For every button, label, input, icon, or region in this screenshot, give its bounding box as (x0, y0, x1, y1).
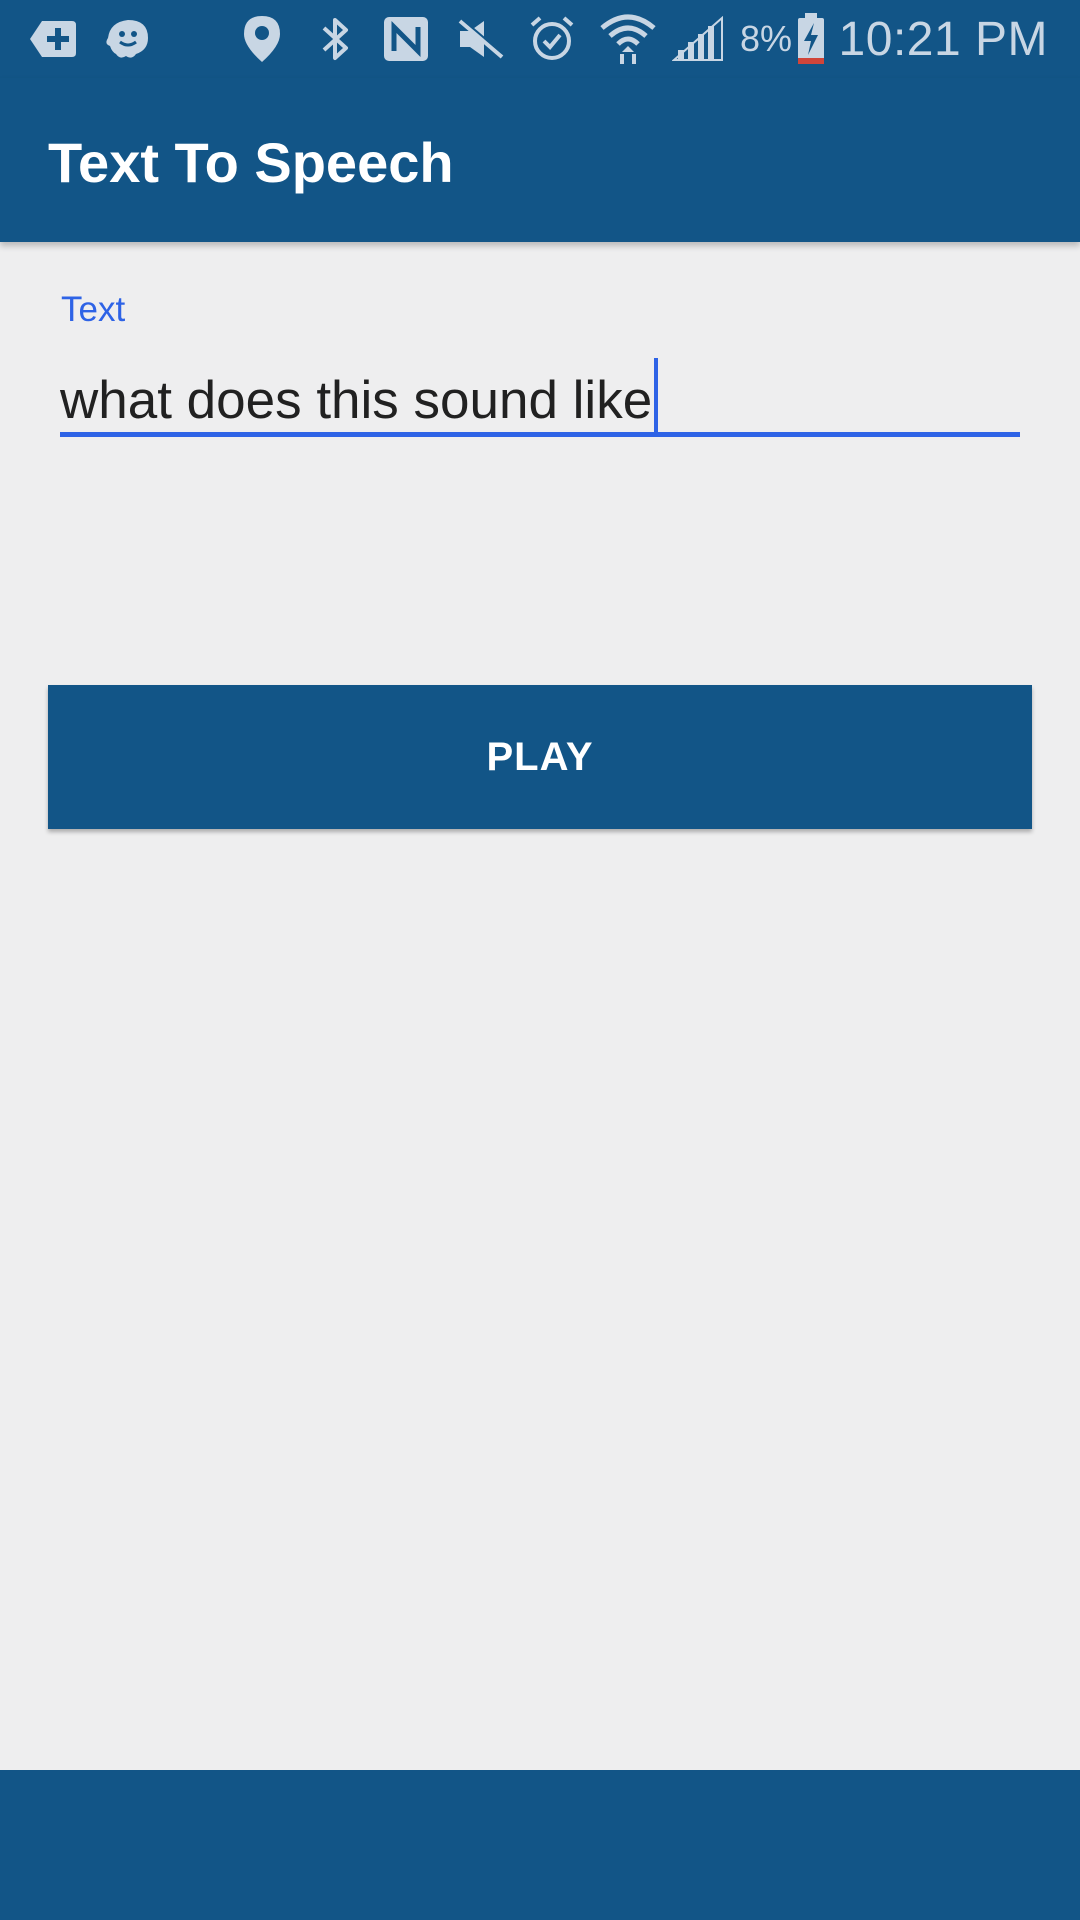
alarm-icon (528, 12, 576, 66)
status-bar: 8% 10:21 PM (0, 0, 1080, 78)
text-cursor (654, 358, 659, 432)
page-title: Text To Speech (48, 131, 454, 194)
play-button[interactable]: PLAY (48, 685, 1032, 829)
text-field-label: Text (61, 290, 126, 329)
play-button-label: PLAY (486, 734, 594, 779)
nfc-icon (382, 12, 430, 66)
location-icon (242, 12, 282, 66)
battery-percent: 8% (740, 18, 793, 59)
bottom-bar (0, 1770, 1080, 1920)
signal-icon (672, 12, 724, 66)
mute-icon (456, 12, 504, 66)
text-input[interactable]: what does this sound like (60, 358, 659, 432)
app-bar: Text To Speech (0, 78, 1080, 242)
clock: 10:21 PM (838, 13, 1048, 66)
wifi-icon (600, 12, 656, 66)
bluetooth-icon (318, 12, 354, 66)
battery-charging-icon (796, 12, 826, 66)
text-input-underline (60, 432, 1020, 437)
waze-icon (102, 12, 152, 66)
screen: 8% 10:21 PM Text To Speech Text what doe… (0, 0, 1080, 1920)
text-input-value: what does this sound like (60, 371, 653, 430)
add-notification-icon (28, 12, 78, 66)
